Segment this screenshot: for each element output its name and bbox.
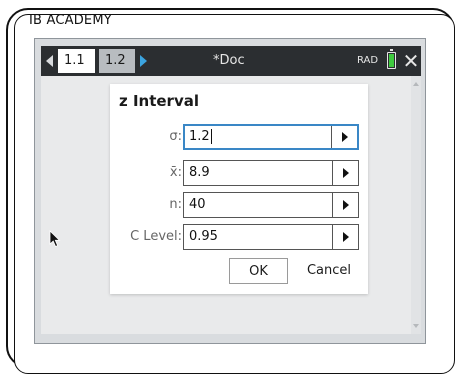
battery-level-fill bbox=[389, 54, 394, 67]
battery-icon bbox=[387, 49, 396, 69]
dialog-title: z Interval bbox=[119, 92, 199, 110]
sample-size-input[interactable]: 40 bbox=[183, 192, 359, 218]
sample-mean-dropdown-arrow-icon[interactable] bbox=[332, 161, 358, 185]
sample-size-dropdown-arrow-icon[interactable] bbox=[332, 193, 358, 217]
sigma-label: σ: bbox=[169, 129, 182, 144]
sigma-input[interactable]: 1.2 bbox=[183, 124, 359, 150]
sigma-dropdown-arrow-icon[interactable] bbox=[331, 126, 357, 148]
tab-1-1[interactable]: 1.1 bbox=[58, 49, 95, 73]
ok-button[interactable]: OK bbox=[229, 258, 288, 284]
sample-size-value: 40 bbox=[189, 197, 206, 212]
tab-1-2[interactable]: 1.2 bbox=[99, 49, 135, 73]
z-interval-dialog: z Interval σ: 1.2 x̄: 8.9 n: 40 C Level:… bbox=[110, 84, 368, 294]
vertical-scrollbar[interactable] bbox=[411, 76, 421, 334]
confidence-level-input[interactable]: 0.95 bbox=[183, 224, 359, 250]
confidence-level-value: 0.95 bbox=[189, 229, 218, 244]
close-icon[interactable]: ✕ bbox=[402, 51, 420, 71]
top-toolbar: 1.1 1.2 *Doc RAD ✕ bbox=[41, 46, 421, 76]
next-page-icon[interactable] bbox=[140, 55, 147, 67]
angle-mode-indicator: RAD bbox=[357, 55, 379, 66]
scroll-down-arrow-icon[interactable] bbox=[413, 324, 419, 328]
sample-mean-input[interactable]: 8.9 bbox=[183, 160, 359, 186]
sample-mean-label: x̄: bbox=[169, 165, 182, 180]
confidence-level-dropdown-arrow-icon[interactable] bbox=[332, 225, 358, 249]
sample-mean-value: 8.9 bbox=[189, 165, 210, 180]
text-caret bbox=[210, 129, 212, 144]
sigma-value: 1.2 bbox=[189, 129, 212, 144]
previous-page-icon[interactable] bbox=[46, 55, 53, 67]
document-title: *Doc bbox=[213, 53, 245, 68]
sample-size-label: n: bbox=[169, 197, 182, 212]
cancel-button[interactable]: Cancel bbox=[298, 258, 360, 284]
scroll-up-arrow-icon[interactable] bbox=[413, 82, 419, 86]
mouse-pointer-icon bbox=[49, 230, 61, 248]
brand-label: IB ACADEMY bbox=[29, 13, 112, 28]
confidence-level-label: C Level: bbox=[130, 229, 182, 244]
